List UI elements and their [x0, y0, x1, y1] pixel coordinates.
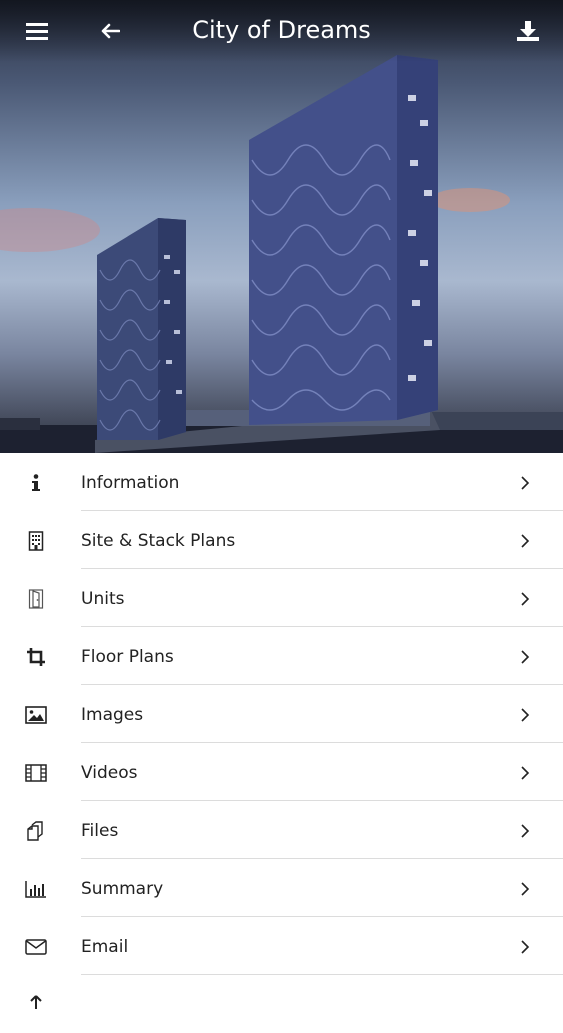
door-icon: [24, 587, 48, 611]
menu-item-label: Images: [81, 705, 144, 725]
files-icon: [24, 819, 48, 843]
menu-item-label: Information: [81, 473, 180, 493]
tower-illustration: [0, 55, 563, 453]
menu-item-label: Videos: [81, 763, 138, 783]
menu-item-files[interactable]: Files: [0, 801, 563, 859]
menu-item-label: Site & Stack Plans: [81, 531, 236, 551]
menu-item-label: Floor Plans: [81, 647, 174, 667]
chevron-right-icon: [521, 940, 530, 954]
menu-item-label: Files: [81, 821, 119, 841]
share-icon: [24, 993, 48, 1017]
building-icon: [24, 529, 48, 553]
menu-item-units[interactable]: Units: [0, 569, 563, 627]
app-bar: City of Dreams: [0, 0, 563, 62]
menu-item-floor-plans[interactable]: Floor Plans: [0, 627, 563, 685]
chevron-right-icon: [521, 824, 530, 838]
menu-item-label: Units: [81, 589, 125, 609]
menu-item-site-stack-plans[interactable]: Site & Stack Plans: [0, 511, 563, 569]
menu-item-label: Summary: [81, 879, 164, 899]
download-icon[interactable]: [508, 12, 548, 50]
menu-item-summary[interactable]: Summary: [0, 859, 563, 917]
menu-item-partial[interactable]: [0, 975, 563, 1033]
chevron-right-icon: [521, 708, 530, 722]
menu-item-videos[interactable]: Videos: [0, 743, 563, 801]
menu-item-information[interactable]: Information: [0, 453, 563, 511]
info-icon: [24, 471, 48, 495]
image-icon: [24, 703, 48, 727]
menu-list: Information Site & Stack Plans Units Flo…: [0, 453, 563, 1033]
hero-image: City of Dreams: [0, 0, 563, 453]
envelope-icon: [24, 935, 48, 959]
chevron-right-icon: [521, 766, 530, 780]
chevron-right-icon: [521, 882, 530, 896]
bar-chart-icon: [24, 877, 48, 901]
chevron-right-icon: [521, 650, 530, 664]
chevron-right-icon: [521, 592, 530, 606]
chevron-right-icon: [521, 476, 530, 490]
page-title: City of Dreams: [192, 16, 371, 44]
menu-item-label: Email: [81, 937, 129, 957]
crop-icon: [24, 645, 48, 669]
chevron-right-icon: [521, 534, 530, 548]
menu-item-images[interactable]: Images: [0, 685, 563, 743]
menu-item-email[interactable]: Email: [0, 917, 563, 975]
film-icon: [24, 761, 48, 785]
